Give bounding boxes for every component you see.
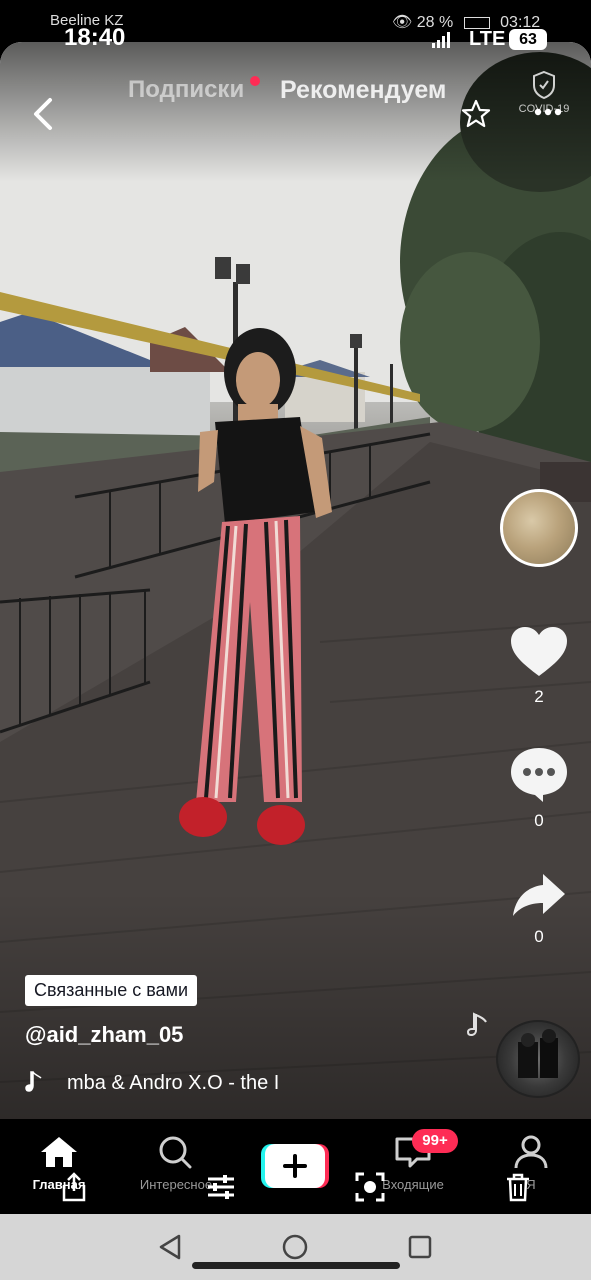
scan-icon[interactable]: [354, 1171, 386, 1203]
status-time: 18:40: [64, 24, 126, 51]
network-type: LTE: [469, 28, 506, 50]
tab-following[interactable]: Подписки: [128, 76, 244, 104]
adjust-icon[interactable]: [205, 1171, 237, 1203]
inbox-badge: 99+: [412, 1129, 458, 1153]
screen: Beeline KZ 👁 28 % 03:12 18:40 LTE 63 Под…: [0, 0, 591, 1280]
signal-icon: [432, 32, 450, 48]
profile-icon: [514, 1135, 548, 1169]
creator-username[interactable]: @aid_zham_05: [25, 1022, 183, 1048]
music-note-icon: [25, 1071, 42, 1092]
shield-icon: [533, 70, 555, 100]
trash-icon[interactable]: [502, 1171, 534, 1203]
home-icon: [41, 1137, 77, 1167]
back-triangle-icon[interactable]: [155, 1232, 185, 1262]
floating-note-icon: [466, 1012, 487, 1037]
star-icon[interactable]: [460, 98, 492, 130]
share-button[interactable]: 0: [506, 872, 572, 947]
related-tag-chip[interactable]: Связанные с вами: [25, 975, 198, 1006]
like-button[interactable]: 2: [506, 626, 572, 707]
gesture-handle[interactable]: [192, 1262, 400, 1269]
status-bar: 18:40 LTE 63: [0, 0, 591, 51]
creator-avatar[interactable]: [500, 489, 578, 567]
comment-count: 0: [534, 811, 544, 830]
export-icon[interactable]: [58, 1171, 90, 1203]
search-icon: [159, 1136, 192, 1169]
like-count: 2: [534, 687, 544, 706]
system-nav-bar: [0, 1214, 591, 1280]
home-circle-icon[interactable]: [280, 1232, 310, 1262]
comment-icon: [511, 748, 567, 802]
more-options-icon[interactable]: [534, 107, 562, 117]
comment-button[interactable]: 0: [506, 746, 572, 831]
bottom-nav: Главная Интересное Входящие 99+ Я: [0, 1119, 591, 1214]
create-video-button[interactable]: [261, 1144, 329, 1188]
following-unread-dot: [250, 76, 260, 86]
share-count: 0: [534, 927, 544, 946]
music-title: mba & Andro X.O - the I: [67, 1072, 280, 1094]
tab-for-you[interactable]: Рекомендуем: [280, 76, 446, 105]
recents-square-icon[interactable]: [405, 1232, 435, 1262]
music-disc[interactable]: [496, 1020, 580, 1098]
feed-tabs: Подписки Рекомендуем: [0, 76, 591, 110]
video-frame: [0, 42, 591, 1119]
heart-icon: [511, 627, 567, 676]
battery-indicator: 63: [509, 29, 547, 50]
video-player[interactable]: [0, 42, 591, 1119]
share-arrow-icon: [513, 874, 565, 916]
